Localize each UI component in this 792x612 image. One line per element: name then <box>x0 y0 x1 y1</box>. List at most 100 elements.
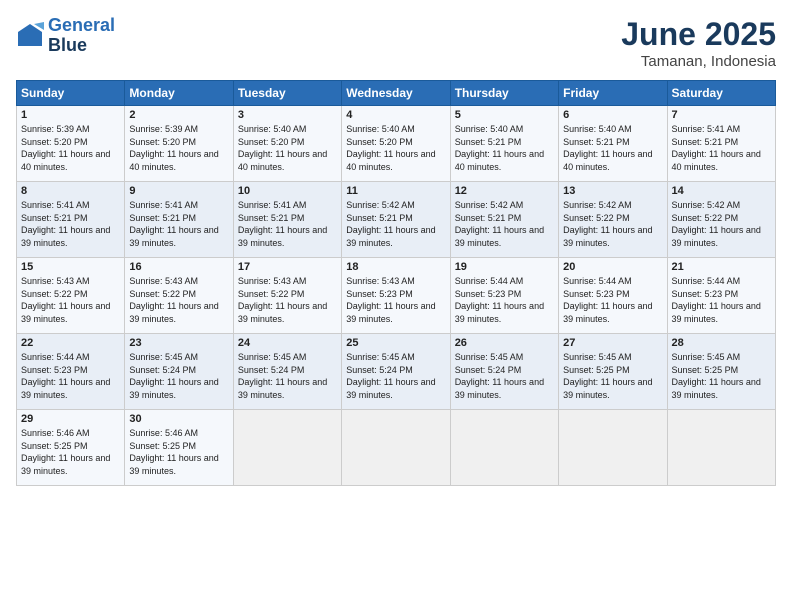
col-saturday: Saturday <box>667 81 775 106</box>
day-number: 3 <box>238 109 337 121</box>
day-info: Sunrise: 5:43 AMSunset: 5:22 PMDaylight:… <box>238 275 337 325</box>
day-info: Sunrise: 5:45 AMSunset: 5:24 PMDaylight:… <box>455 351 554 401</box>
day-number: 28 <box>672 337 771 349</box>
table-cell: 17 Sunrise: 5:43 AMSunset: 5:22 PMDayligh… <box>233 258 341 334</box>
day-info: Sunrise: 5:46 AMSunset: 5:25 PMDaylight:… <box>21 427 120 477</box>
day-info: Sunrise: 5:42 AMSunset: 5:22 PMDaylight:… <box>563 199 662 249</box>
table-cell: 5 Sunrise: 5:40 AMSunset: 5:21 PMDaylight… <box>450 106 558 182</box>
logo: General Blue <box>16 16 115 56</box>
day-info: Sunrise: 5:42 AMSunset: 5:22 PMDaylight:… <box>672 199 771 249</box>
day-number: 12 <box>455 185 554 197</box>
day-info: Sunrise: 5:42 AMSunset: 5:21 PMDaylight:… <box>455 199 554 249</box>
table-cell: 18 Sunrise: 5:43 AMSunset: 5:23 PMDayligh… <box>342 258 450 334</box>
day-info: Sunrise: 5:45 AMSunset: 5:24 PMDaylight:… <box>238 351 337 401</box>
table-cell: 21 Sunrise: 5:44 AMSunset: 5:23 PMDayligh… <box>667 258 775 334</box>
day-number: 18 <box>346 261 445 273</box>
table-cell: 23 Sunrise: 5:45 AMSunset: 5:24 PMDayligh… <box>125 334 233 410</box>
day-number: 30 <box>129 413 228 425</box>
day-number: 10 <box>238 185 337 197</box>
day-number: 29 <box>21 413 120 425</box>
table-row: 22 Sunrise: 5:44 AMSunset: 5:23 PMDayligh… <box>17 334 776 410</box>
table-cell: 7 Sunrise: 5:41 AMSunset: 5:21 PMDaylight… <box>667 106 775 182</box>
title-area: June 2025 Tamanan, Indonesia <box>621 16 776 70</box>
table-row: 29 Sunrise: 5:46 AMSunset: 5:25 PMDayligh… <box>17 410 776 486</box>
col-thursday: Thursday <box>450 81 558 106</box>
day-info: Sunrise: 5:44 AMSunset: 5:23 PMDaylight:… <box>455 275 554 325</box>
col-wednesday: Wednesday <box>342 81 450 106</box>
table-cell: 13 Sunrise: 5:42 AMSunset: 5:22 PMDayligh… <box>559 182 667 258</box>
table-cell: 9 Sunrise: 5:41 AMSunset: 5:21 PMDaylight… <box>125 182 233 258</box>
day-info: Sunrise: 5:41 AMSunset: 5:21 PMDaylight:… <box>129 199 228 249</box>
table-cell: 24 Sunrise: 5:45 AMSunset: 5:24 PMDayligh… <box>233 334 341 410</box>
calendar-table: Sunday Monday Tuesday Wednesday Thursday… <box>16 80 776 486</box>
day-info: Sunrise: 5:44 AMSunset: 5:23 PMDaylight:… <box>21 351 120 401</box>
day-number: 2 <box>129 109 228 121</box>
day-number: 13 <box>563 185 662 197</box>
day-number: 11 <box>346 185 445 197</box>
day-info: Sunrise: 5:45 AMSunset: 5:25 PMDaylight:… <box>563 351 662 401</box>
header: General Blue June 2025 Tamanan, Indonesi… <box>16 16 776 70</box>
day-info: Sunrise: 5:45 AMSunset: 5:25 PMDaylight:… <box>672 351 771 401</box>
table-cell: 14 Sunrise: 5:42 AMSunset: 5:22 PMDayligh… <box>667 182 775 258</box>
day-number: 15 <box>21 261 120 273</box>
table-cell: 6Sunrise: 5:40 AMSunset: 5:21 PMDaylight… <box>559 106 667 182</box>
table-row: 8 Sunrise: 5:41 AMSunset: 5:21 PMDaylight… <box>17 182 776 258</box>
day-info: Sunrise: 5:43 AMSunset: 5:22 PMDaylight:… <box>129 275 228 325</box>
day-number: 9 <box>129 185 228 197</box>
day-number: 27 <box>563 337 662 349</box>
day-info: Sunrise: 5:41 AMSunset: 5:21 PMDaylight:… <box>672 123 771 173</box>
table-cell: 4 Sunrise: 5:40 AMSunset: 5:20 PMDaylight… <box>342 106 450 182</box>
day-number: 23 <box>129 337 228 349</box>
day-number: 17 <box>238 261 337 273</box>
day-number: 21 <box>672 261 771 273</box>
table-cell: 26 Sunrise: 5:45 AMSunset: 5:24 PMDayligh… <box>450 334 558 410</box>
day-info: Sunrise: 5:39 AMSunset: 5:20 PMDaylight:… <box>129 123 228 173</box>
table-cell: 2 Sunrise: 5:39 AMSunset: 5:20 PMDaylight… <box>125 106 233 182</box>
day-number: 25 <box>346 337 445 349</box>
day-info: Sunrise: 5:42 AMSunset: 5:21 PMDaylight:… <box>346 199 445 249</box>
table-cell: 3Sunrise: 5:40 AMSunset: 5:20 PMDaylight… <box>233 106 341 182</box>
table-cell <box>233 410 341 486</box>
day-info: Sunrise: 5:40 AMSunset: 5:21 PMDaylight:… <box>455 123 554 173</box>
day-info: Sunrise: 5:45 AMSunset: 5:24 PMDaylight:… <box>346 351 445 401</box>
table-cell: 10Sunrise: 5:41 AMSunset: 5:21 PMDayligh… <box>233 182 341 258</box>
table-cell: 11 Sunrise: 5:42 AMSunset: 5:21 PMDayligh… <box>342 182 450 258</box>
day-number: 8 <box>21 185 120 197</box>
table-cell: 28 Sunrise: 5:45 AMSunset: 5:25 PMDayligh… <box>667 334 775 410</box>
table-cell: 30Sunrise: 5:46 AMSunset: 5:25 PMDayligh… <box>125 410 233 486</box>
day-number: 4 <box>346 109 445 121</box>
table-cell: 15 Sunrise: 5:43 AMSunset: 5:22 PMDayligh… <box>17 258 125 334</box>
location-title: Tamanan, Indonesia <box>621 53 776 70</box>
day-info: Sunrise: 5:40 AMSunset: 5:21 PMDaylight:… <box>563 123 662 173</box>
day-info: Sunrise: 5:39 AMSunset: 5:20 PMDaylight:… <box>21 123 120 173</box>
day-info: Sunrise: 5:41 AMSunset: 5:21 PMDaylight:… <box>21 199 120 249</box>
day-number: 5 <box>455 109 554 121</box>
day-number: 1 <box>21 109 120 121</box>
table-cell: 29 Sunrise: 5:46 AMSunset: 5:25 PMDayligh… <box>17 410 125 486</box>
page: General Blue June 2025 Tamanan, Indonesi… <box>0 0 792 612</box>
day-number: 14 <box>672 185 771 197</box>
table-cell: 20Sunrise: 5:44 AMSunset: 5:23 PMDayligh… <box>559 258 667 334</box>
day-info: Sunrise: 5:43 AMSunset: 5:22 PMDaylight:… <box>21 275 120 325</box>
logo-icon <box>16 22 44 50</box>
day-number: 24 <box>238 337 337 349</box>
table-cell <box>342 410 450 486</box>
day-number: 16 <box>129 261 228 273</box>
table-row: 1 Sunrise: 5:39 AMSunset: 5:20 PMDaylight… <box>17 106 776 182</box>
day-number: 22 <box>21 337 120 349</box>
day-number: 7 <box>672 109 771 121</box>
table-cell <box>559 410 667 486</box>
day-info: Sunrise: 5:44 AMSunset: 5:23 PMDaylight:… <box>672 275 771 325</box>
table-cell: 8 Sunrise: 5:41 AMSunset: 5:21 PMDaylight… <box>17 182 125 258</box>
table-cell: 16 Sunrise: 5:43 AMSunset: 5:22 PMDayligh… <box>125 258 233 334</box>
day-info: Sunrise: 5:43 AMSunset: 5:23 PMDaylight:… <box>346 275 445 325</box>
col-tuesday: Tuesday <box>233 81 341 106</box>
col-sunday: Sunday <box>17 81 125 106</box>
month-title: June 2025 <box>621 16 776 53</box>
day-info: Sunrise: 5:45 AMSunset: 5:24 PMDaylight:… <box>129 351 228 401</box>
table-cell: 22 Sunrise: 5:44 AMSunset: 5:23 PMDayligh… <box>17 334 125 410</box>
day-info: Sunrise: 5:40 AMSunset: 5:20 PMDaylight:… <box>346 123 445 173</box>
table-cell: 19Sunrise: 5:44 AMSunset: 5:23 PMDayligh… <box>450 258 558 334</box>
day-number: 26 <box>455 337 554 349</box>
table-cell <box>450 410 558 486</box>
